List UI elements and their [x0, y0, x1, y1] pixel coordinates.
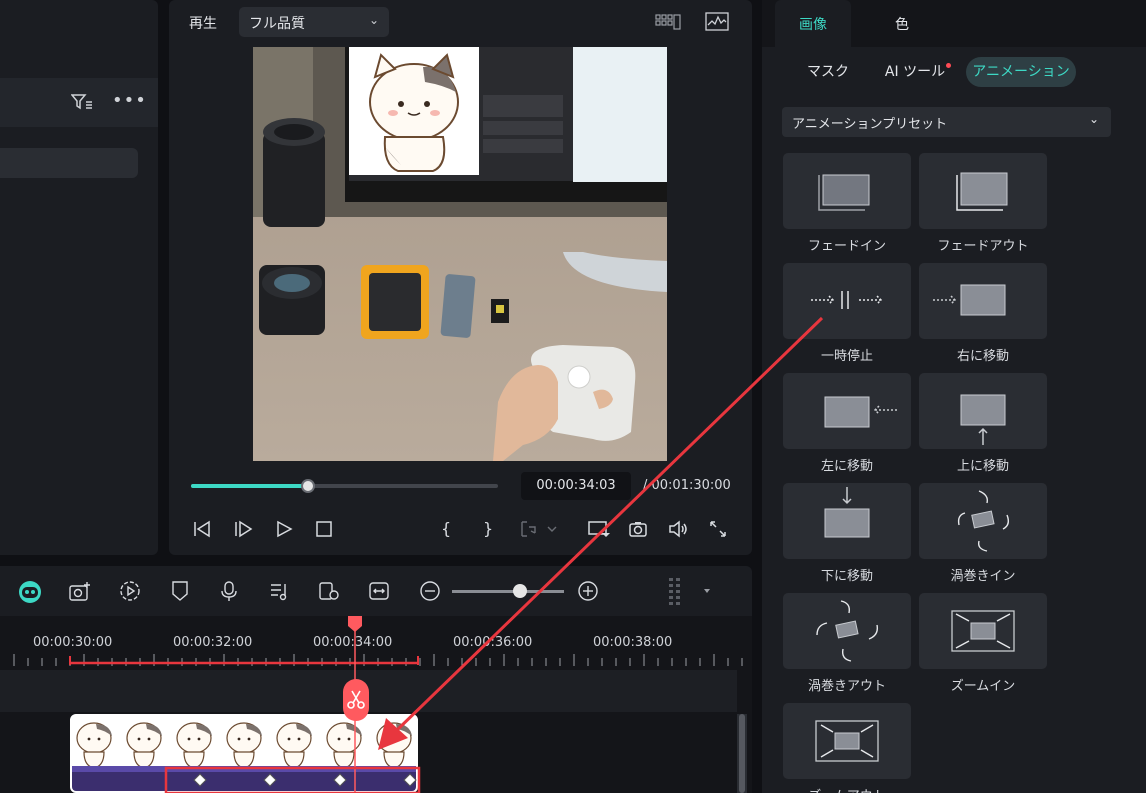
speed-icon[interactable] — [119, 580, 141, 602]
zoom-out-icon — [783, 703, 911, 779]
preset-label: 上に移動 — [956, 459, 1009, 474]
quality-value: フル品質 — [249, 16, 305, 32]
move-right-icon — [919, 263, 1047, 339]
fullscreen-icon[interactable] — [708, 519, 728, 539]
preset-label: 渦巻きアウト — [807, 679, 886, 694]
next-frame-icon[interactable] — [233, 519, 253, 539]
swirl-out-icon — [783, 593, 911, 669]
volume-icon[interactable] — [667, 519, 689, 539]
preview-render-icon[interactable] — [318, 580, 342, 602]
tick-label: 00:00:32:00 — [173, 635, 253, 650]
preset-swirl-out[interactable]: 渦巻きアウト — [783, 593, 911, 694]
camera-add-icon[interactable] — [68, 580, 92, 602]
current-time[interactable]: 00:00:34:03 — [521, 472, 631, 500]
preset-label: フェードアウト — [937, 239, 1029, 254]
media-search-input[interactable] — [0, 148, 138, 178]
music-list-icon[interactable] — [269, 580, 291, 602]
waveform-icon[interactable] — [705, 12, 729, 32]
preset-label: 下に移動 — [820, 569, 873, 584]
filter-icon[interactable] — [71, 93, 93, 111]
previous-frame-icon[interactable] — [192, 519, 212, 539]
video-clip[interactable] — [70, 714, 418, 793]
microphone-icon[interactable] — [219, 580, 239, 602]
preset-label: 左に移動 — [820, 459, 873, 474]
preset-label: 右に移動 — [956, 349, 1009, 364]
preset-zoom-in[interactable]: ズームイン — [919, 593, 1047, 694]
marker-icon[interactable] — [170, 580, 190, 602]
insert-clip-icon[interactable] — [519, 519, 557, 539]
preset-fade-out[interactable]: フェードアウト — [919, 153, 1047, 254]
scrollbar-thumb[interactable] — [739, 714, 745, 793]
empty-track — [0, 670, 737, 712]
clip-audio-band — [72, 766, 416, 772]
chevron-down-icon: ⌄ — [1088, 112, 1099, 126]
play-icon[interactable] — [274, 519, 294, 539]
fade-in-icon — [783, 153, 911, 229]
mark-in-icon[interactable]: { — [441, 519, 451, 538]
mark-out-icon[interactable]: } — [483, 519, 493, 538]
snapshot-icon[interactable] — [628, 519, 648, 539]
preset-fade-in[interactable]: フェードイン — [783, 153, 911, 254]
fit-timeline-icon[interactable] — [368, 580, 390, 602]
playhead-knob[interactable] — [300, 479, 315, 493]
preset-dropdown-value: アニメーションプリセット — [792, 117, 948, 132]
zoom-out-timeline-icon[interactable] — [419, 580, 441, 602]
preset-label: フェードイン — [807, 239, 886, 254]
preset-label: ズームイン — [950, 679, 1016, 694]
preset-move-up[interactable]: 上に移動 — [919, 373, 1047, 474]
preset-move-right[interactable]: 右に移動 — [919, 263, 1047, 364]
grid-view-icon[interactable] — [655, 14, 681, 30]
playback-progress-bar[interactable] — [191, 479, 498, 493]
timeline-toolbar — [0, 566, 752, 616]
layout-grid-icon[interactable] — [666, 576, 718, 606]
tick-label: 00:00:30:00 — [33, 635, 113, 650]
notification-dot — [946, 63, 951, 68]
preset-move-down[interactable]: 下に移動 — [783, 483, 911, 584]
clip-thumbnails — [76, 722, 412, 768]
swirl-in-icon — [919, 483, 1047, 559]
preset-pause[interactable]: 一時停止 — [783, 263, 911, 364]
subtab-ai-label: AI ツール — [884, 64, 946, 80]
zoom-in-timeline-icon[interactable] — [577, 580, 599, 602]
chevron-down-icon: ⌄ — [368, 13, 379, 27]
preset-move-left[interactable]: 左に移動 — [783, 373, 911, 474]
stop-icon[interactable] — [314, 519, 334, 539]
animation-preset-dropdown[interactable]: アニメーションプリセット ⌄ — [782, 107, 1111, 137]
ruler-ticks — [13, 654, 743, 666]
playback-label: 再生 — [189, 16, 217, 32]
more-options-icon[interactable]: ••• — [112, 90, 147, 111]
move-down-icon — [783, 483, 911, 559]
tick-label: 00:00:36:00 — [453, 635, 533, 650]
tab-image[interactable]: 画像 — [775, 0, 851, 47]
tick-label: 00:00:34:00 — [313, 635, 393, 650]
properties-panel: 画像 色 マスク AI ツール アニメーション アニメーションプリセット ⌄ フ… — [762, 0, 1146, 793]
subtab-ai-tools[interactable]: AI ツール — [875, 57, 955, 87]
move-up-icon — [919, 373, 1047, 449]
video-preview[interactable] — [253, 47, 667, 461]
timeline-ruler[interactable]: 00:00:30:00 00:00:32:00 00:00:34:00 00:0… — [0, 616, 752, 668]
total-time: / 00:01:30:00 — [643, 478, 731, 493]
timeline-zoom-slider[interactable] — [452, 590, 564, 593]
display-settings-icon[interactable] — [587, 519, 611, 539]
zoom-slider-knob[interactable] — [513, 584, 527, 598]
preview-panel: 再生 フル品質 ⌄ 00:00:34:03 / 00:01:30:00 {} — [169, 0, 752, 555]
preset-label: 一時停止 — [820, 349, 873, 364]
pause-icon — [783, 263, 911, 339]
preset-zoom-out[interactable]: ズームアウト — [783, 703, 911, 793]
preset-label: 渦巻きイン — [950, 569, 1016, 584]
ai-assistant-icon[interactable] — [17, 580, 43, 604]
progress-fill — [191, 484, 308, 488]
quality-dropdown[interactable]: フル品質 ⌄ — [239, 7, 389, 37]
tick-label: 00:00:38:00 — [593, 635, 673, 650]
media-panel: ••• — [0, 0, 158, 555]
subtab-animation[interactable]: アニメーション — [966, 57, 1076, 87]
timeline-tracks — [0, 668, 752, 793]
preset-swirl-in[interactable]: 渦巻きイン — [919, 483, 1047, 584]
subtab-mask[interactable]: マスク — [798, 57, 858, 87]
tab-color[interactable]: 色 — [867, 0, 937, 47]
preset-label: ズームアウト — [783, 785, 911, 793]
move-left-icon — [783, 373, 911, 449]
fade-out-icon — [919, 153, 1047, 229]
zoom-in-icon — [919, 593, 1047, 669]
